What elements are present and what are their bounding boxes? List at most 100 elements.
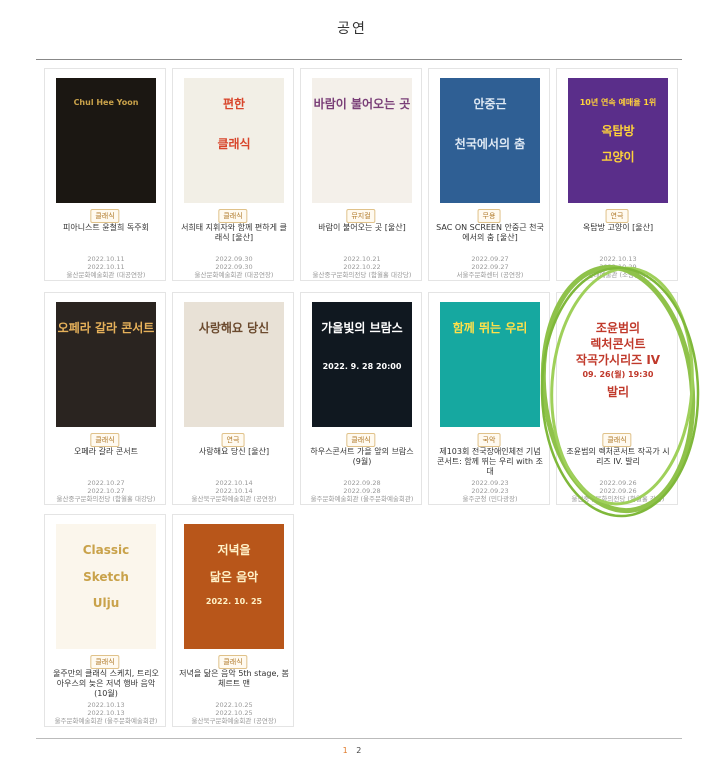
poster-text: Classic bbox=[82, 543, 130, 557]
poster-text: Chul Hee Yoon bbox=[73, 98, 139, 107]
poster-image[interactable]: 편한클래식 bbox=[184, 78, 284, 203]
performance-title[interactable]: 바람이 불어오는 곳 [울산] bbox=[307, 223, 417, 233]
performance-title[interactable]: SAC ON SCREEN 안중근 천국에서의 춤 [울산] bbox=[435, 223, 545, 243]
venue-text: 울주문화예술회관 (울주문화예술회관) bbox=[310, 495, 414, 503]
date-text: 2022.10.29 bbox=[599, 263, 637, 271]
poster-image[interactable]: 저녁을닮은 음악 2022. 10. 25 bbox=[184, 524, 284, 649]
poster-text: 저녁을 bbox=[217, 543, 251, 557]
venue-text: 서울주문화센터 (공연장) bbox=[456, 271, 524, 279]
poster-text: 클래식 bbox=[217, 137, 251, 151]
category-badge: 클래식 bbox=[90, 655, 120, 669]
poster-text: 2022. 9. 28 20:00 bbox=[322, 362, 402, 371]
performance-title[interactable]: 피아니스트 윤철희 독주회 bbox=[51, 223, 161, 233]
performance-title[interactable]: 서희태 지휘자와 함께 편하게 클래식 [울산] bbox=[179, 223, 289, 243]
poster-image[interactable]: Chul Hee Yoon bbox=[56, 78, 156, 203]
poster-text: 가을빛의 브람스 bbox=[321, 321, 403, 335]
poster-text: 오페라 갈라 콘서트 bbox=[57, 321, 155, 335]
date-text: 2022.09.26 bbox=[599, 479, 637, 487]
poster-image[interactable]: Classic Sketch Ulju bbox=[56, 524, 156, 649]
venue-text: 울산문화예술회관 (대공연장) bbox=[66, 271, 146, 279]
date-text: 2022.10.21 bbox=[343, 255, 381, 263]
performance-title[interactable]: 옥탑방 고양이 [울산] bbox=[563, 223, 673, 233]
top-divider bbox=[36, 59, 682, 60]
performance-title[interactable]: 조윤범의 렉처콘서트 작곡가 시리즈 IV. 발리 bbox=[563, 447, 673, 467]
date-text: 2022.10.22 bbox=[343, 263, 381, 271]
category-badge: 클래식 bbox=[218, 655, 248, 669]
poster-text: 옥탑방 bbox=[601, 123, 635, 138]
venue-text: 울산중구문화의전당 (함월홀 강당) bbox=[571, 495, 665, 503]
performance-title[interactable]: 오페라 갈라 콘서트 bbox=[51, 447, 161, 457]
category-badge: 클래식 bbox=[218, 209, 248, 223]
performance-card[interactable]: 오페라 갈라 콘서트 클래식 오페라 갈라 콘서트 2022.10.27 2022.10… bbox=[44, 292, 166, 505]
poster-image[interactable]: 가을빛의 브람스 2022. 9. 28 20:00 bbox=[312, 302, 412, 427]
pagination: 1 2 bbox=[0, 746, 704, 755]
poster-text: 함께 뛰는 우리 bbox=[452, 321, 528, 335]
venue-text: 울주문화예술회관 (울주문화예술회관) bbox=[54, 717, 158, 725]
performance-card[interactable]: 저녁을닮은 음악 2022. 10. 25 클래식 저녁을 닮은 음악 5th sta… bbox=[172, 514, 294, 727]
poster-text: 작곡가시리즈 IV bbox=[575, 353, 661, 367]
performance-title[interactable]: 울주만의 클래식 스케치, 트리오아우스의 늦은 저녁 행바 음악 (10월) bbox=[51, 669, 161, 699]
performance-card[interactable]: 안중근 천국에서의 춤무용 SAC ON SCREEN 안중근 천국에서의 춤 [울… bbox=[428, 68, 550, 281]
performance-card[interactable]: 사랑해요 당신연극 사랑해요 당신 [울산] 2022.10.14 2022.10.1… bbox=[172, 292, 294, 505]
page-1-link[interactable]: 1 bbox=[343, 746, 348, 755]
performance-title[interactable]: 사랑해요 당신 [울산] bbox=[179, 447, 289, 457]
poster-text: 닮은 음악 bbox=[209, 569, 259, 584]
category-badge: 무용 bbox=[477, 209, 501, 223]
category-badge: 뮤지컬 bbox=[346, 209, 376, 223]
category-badge: 연극 bbox=[221, 433, 245, 447]
poster-image[interactable]: 조윤범의 렉처콘서트 작곡가시리즈 IV 09. 26(월) 19:30 발리 bbox=[568, 302, 668, 427]
page-2-link[interactable]: 2 bbox=[356, 746, 361, 755]
performance-title[interactable]: 저녁을 닮은 음악 5th stage, 봄체르트 맨 bbox=[179, 669, 289, 689]
date-text: 2022.10.14 bbox=[215, 479, 253, 487]
poster-text: Ulju bbox=[92, 596, 120, 611]
poster-image[interactable]: 10년 연속 예매율 1위 옥탑방 고양이 bbox=[568, 78, 668, 203]
poster-text: 고양이 bbox=[601, 150, 635, 165]
category-badge: 클래식 bbox=[90, 433, 120, 447]
poster-text: Sketch bbox=[83, 569, 129, 584]
venue-text: 울산북구문화예술회관 (공연장) bbox=[191, 495, 277, 503]
poster-text: 안중근 bbox=[473, 97, 507, 111]
poster-image[interactable]: 오페라 갈라 콘서트 bbox=[56, 302, 156, 427]
date-text: 2022.09.27 bbox=[471, 263, 509, 271]
poster-text: 렉처콘서트 bbox=[590, 337, 646, 351]
venue-text: 울산중구문화의전당 (함월홀 대강당) bbox=[312, 271, 412, 279]
date-text: 2022.09.30 bbox=[215, 263, 253, 271]
performance-card[interactable]: Chul Hee Yoon 클래식 피아니스트 윤철희 독주회 2022.10.11 2… bbox=[44, 68, 166, 281]
date-text: 2022.09.23 bbox=[471, 479, 509, 487]
performance-title[interactable]: 하우스콘서트 가을 앞의 브람스 (9월) bbox=[307, 447, 417, 467]
performance-card[interactable]: 10년 연속 예매율 1위 옥탑방 고양이 연극 옥탑방 고양이 [울산] 2022.10… bbox=[556, 68, 678, 281]
date-text: 2022.10.14 bbox=[215, 487, 253, 495]
poster-image[interactable]: 바람이 불어오는 곳 bbox=[312, 78, 412, 203]
performance-card[interactable]: 바람이 불어오는 곳뮤지컬 바람이 불어오는 곳 [울산] 2022.10.21 20… bbox=[300, 68, 422, 281]
performance-card[interactable]: 가을빛의 브람스 2022. 9. 28 20:00 클래식 하우스콘서트 가을 앞의… bbox=[300, 292, 422, 505]
poster-text: 발리 bbox=[606, 385, 630, 399]
date-text: 2022.10.13 bbox=[599, 255, 637, 263]
poster-text: 조윤범의 bbox=[595, 321, 641, 335]
venue-text: 울산중구문화의전당 (함월홀 대강당) bbox=[56, 495, 156, 503]
poster-text: 2022. 10. 25 bbox=[205, 597, 263, 607]
performance-card[interactable]: 조윤범의 렉처콘서트 작곡가시리즈 IV 09. 26(월) 19:30 발리 클래식 조윤… bbox=[556, 292, 678, 505]
date-text: 2022.09.28 bbox=[343, 487, 381, 495]
performance-card[interactable]: 함께 뛰는 우리국악 제103회 전국장애인체전 기념 콘서트: 함께 뛰는 우리… bbox=[428, 292, 550, 505]
poster-image[interactable]: 함께 뛰는 우리 bbox=[440, 302, 540, 427]
date-text: 2022.09.27 bbox=[471, 255, 509, 263]
performance-card[interactable]: Classic Sketch Ulju 클래식 울주만의 클래식 스케치, 트리오아우스… bbox=[44, 514, 166, 727]
category-badge: 클래식 bbox=[90, 209, 120, 223]
date-text: 2022.10.13 bbox=[87, 701, 125, 709]
performance-card[interactable]: 편한 클래식 클래식 서희태 지휘자와 함께 편하게 클래식 [울산] 2022.09.… bbox=[172, 68, 294, 281]
bottom-divider bbox=[36, 738, 682, 739]
poster-image[interactable]: 안중근 천국에서의 춤 bbox=[440, 78, 540, 203]
category-badge: 클래식 bbox=[346, 433, 376, 447]
date-text: 2022.09.28 bbox=[343, 479, 381, 487]
performance-title[interactable]: 제103회 전국장애인체전 기념 콘서트: 함께 뛰는 우리 with 조대 bbox=[435, 447, 545, 477]
category-badge: 연극 bbox=[605, 209, 629, 223]
category-badge: 국악 bbox=[477, 433, 501, 447]
date-text: 2022.10.25 bbox=[215, 709, 253, 717]
date-text: 2022.10.27 bbox=[87, 487, 125, 495]
poster-text: 바람이 불어오는 곳 bbox=[313, 97, 411, 111]
date-text: 2022.09.30 bbox=[215, 255, 253, 263]
poster-text: 편한 bbox=[222, 97, 246, 111]
date-text: 2022.10.27 bbox=[87, 479, 125, 487]
poster-text: 사랑해요 당신 bbox=[198, 321, 270, 335]
poster-image[interactable]: 사랑해요 당신 bbox=[184, 302, 284, 427]
